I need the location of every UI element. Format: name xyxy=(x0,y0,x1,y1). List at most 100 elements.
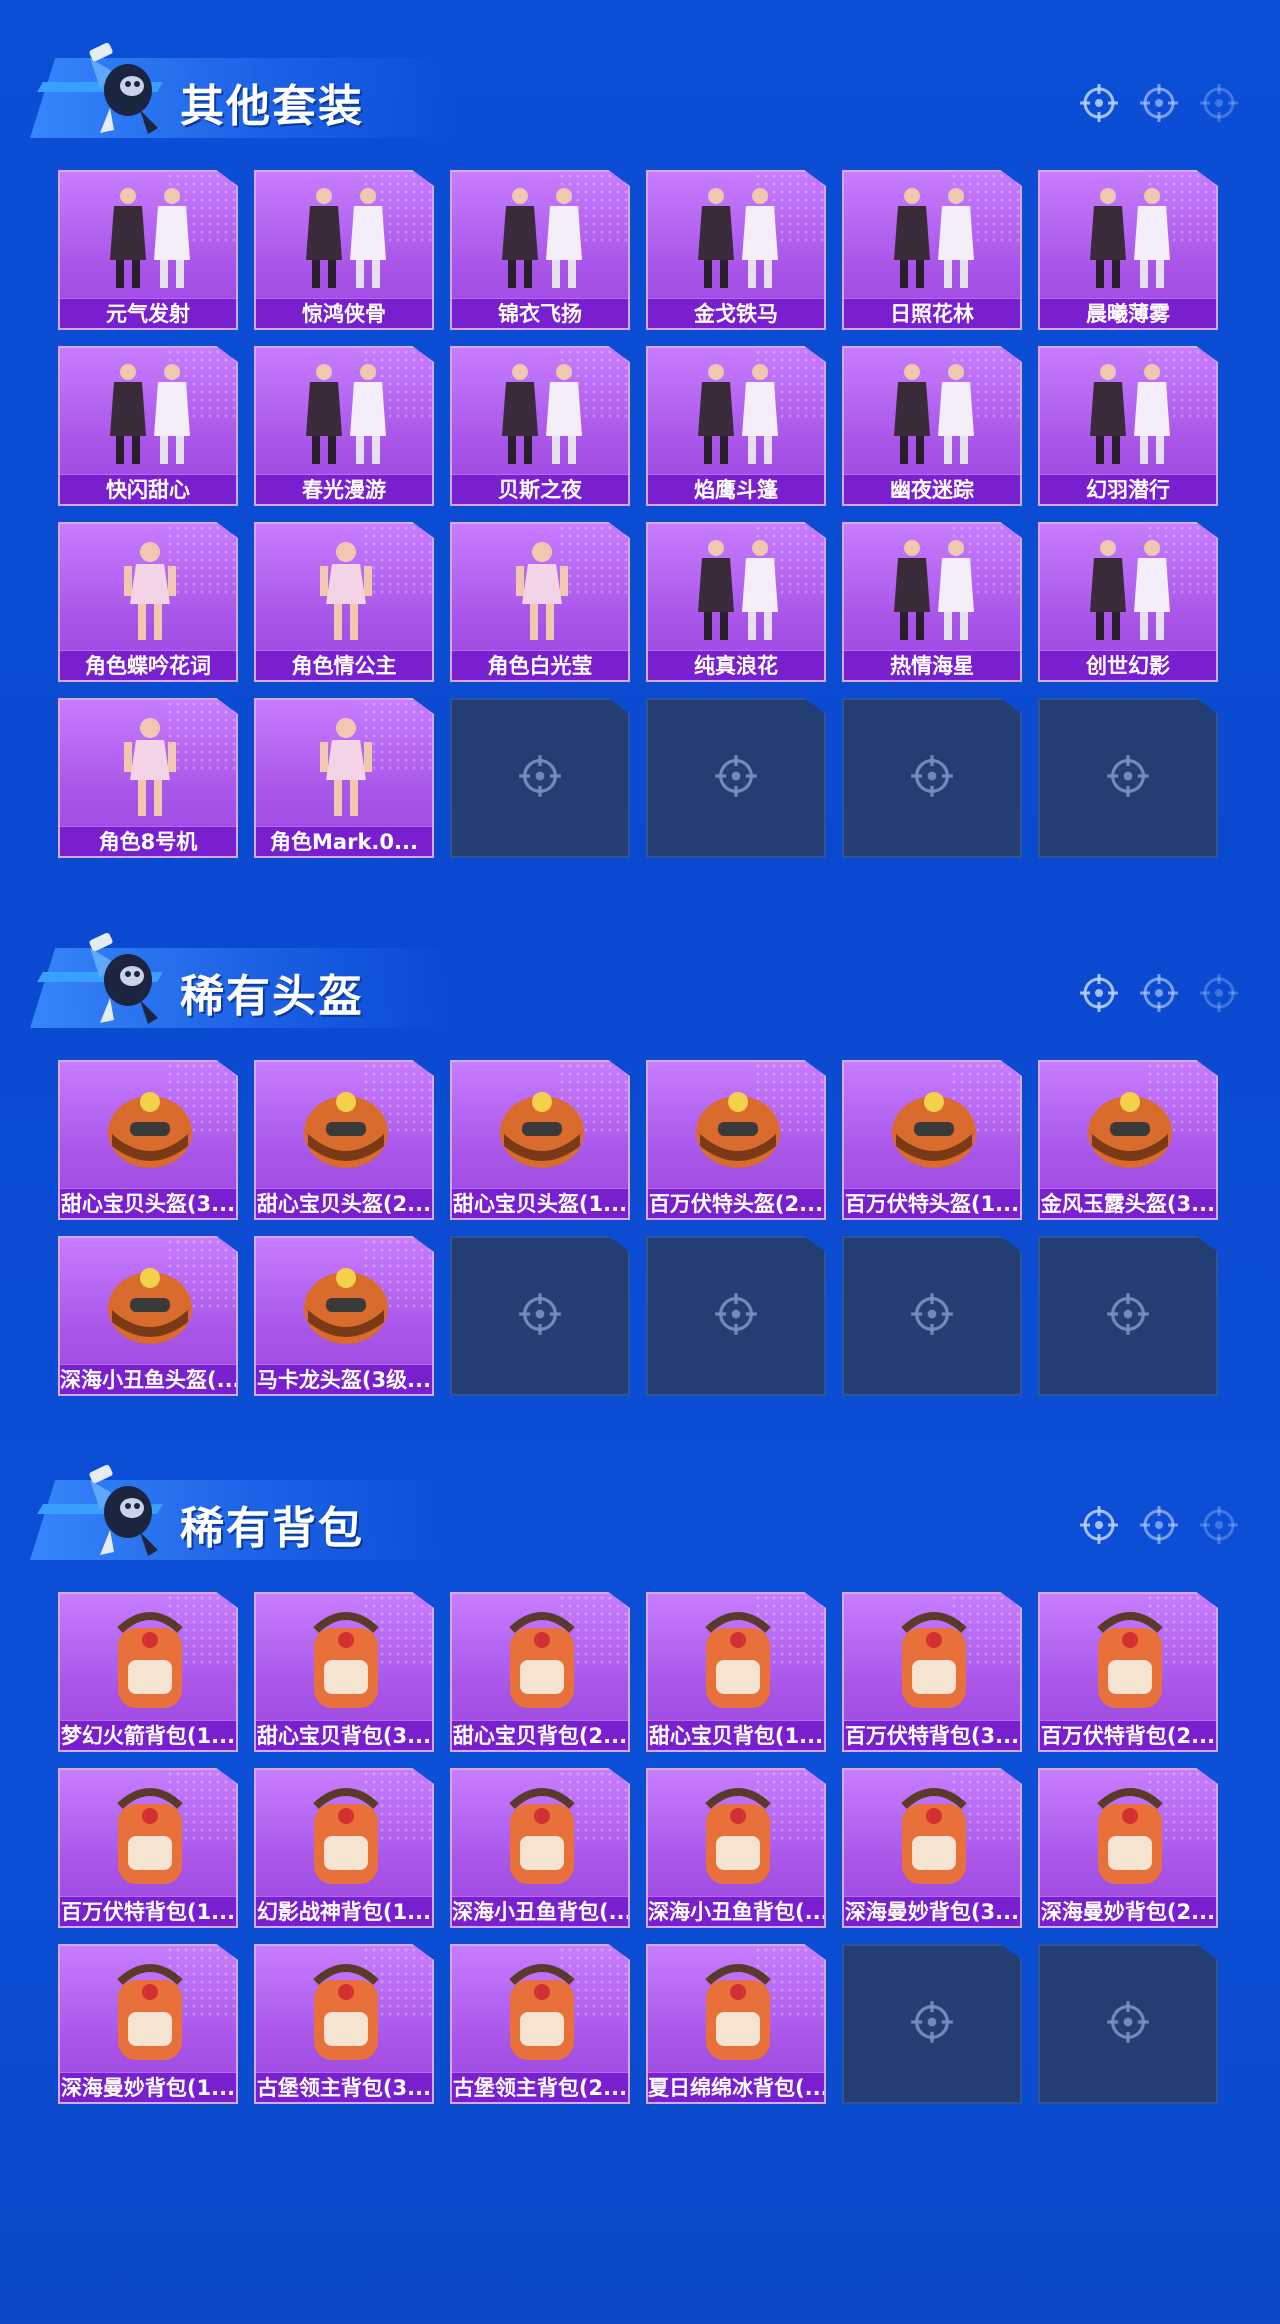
item-card[interactable]: 百万伏特背包(1... xyxy=(58,1768,238,1928)
helmet-icon xyxy=(678,1072,798,1184)
item-card[interactable]: 梦幻火箭背包(1... xyxy=(58,1592,238,1752)
item-card[interactable]: 深海小丑鱼头盔(... xyxy=(58,1236,238,1396)
backpack-icon xyxy=(874,1780,994,1892)
mascot-icon xyxy=(70,38,180,148)
item-card[interactable]: 深海小丑鱼背包(... xyxy=(646,1768,826,1928)
item-card[interactable]: 热情海星 xyxy=(842,522,1022,682)
reticle-icon xyxy=(517,753,563,804)
item-card[interactable]: 幻影战神背包(1... xyxy=(254,1768,434,1928)
item-card[interactable]: 角色情公主 xyxy=(254,522,434,682)
item-card[interactable]: 金风玉露头盔(3... xyxy=(1038,1060,1218,1220)
item-card[interactable]: 马卡龙头盔(3级... xyxy=(254,1236,434,1396)
item-label: 深海曼妙背包(1... xyxy=(60,2072,236,2102)
item-label: 焰鹰斗篷 xyxy=(648,474,824,504)
character-icon xyxy=(482,534,602,646)
mascot-icon xyxy=(70,928,180,1038)
item-card[interactable]: 贝斯之夜 xyxy=(450,346,630,506)
item-label: 百万伏特头盔(1... xyxy=(844,1188,1020,1218)
item-card[interactable]: 幽夜迷踪 xyxy=(842,346,1022,506)
item-card[interactable]: 深海曼妙背包(3... xyxy=(842,1768,1022,1928)
backpack-icon xyxy=(90,1956,210,2068)
backpack-icon xyxy=(286,1780,406,1892)
item-card[interactable]: 甜心宝贝头盔(3... xyxy=(58,1060,238,1220)
item-card[interactable]: 角色Mark.0... xyxy=(254,698,434,858)
backpack-icon xyxy=(678,1604,798,1716)
helmet-icon xyxy=(286,1072,406,1184)
item-card[interactable]: 甜心宝贝头盔(2... xyxy=(254,1060,434,1220)
item-label: 深海小丑鱼头盔(... xyxy=(60,1364,236,1394)
item-card[interactable]: 快闪甜心 xyxy=(58,346,238,506)
item-label: 马卡龙头盔(3级... xyxy=(256,1364,432,1394)
item-card[interactable]: 甜心宝贝背包(2... xyxy=(450,1592,630,1752)
item-grid: 元气发射 惊鸿侠骨 锦衣飞扬 金戈铁马 日照花林 晨曦薄雾快闪甜心 春光漫游 贝斯之夜 焰鹰斗篷… xyxy=(58,170,1218,858)
outfit-icon xyxy=(874,358,994,470)
item-label: 角色8号机 xyxy=(60,826,236,856)
item-card[interactable]: 日照花林 xyxy=(842,170,1022,330)
section-header: 其他套装 xyxy=(0,30,1280,160)
backpack-icon xyxy=(482,1956,602,2068)
item-card[interactable]: 甜心宝贝背包(3... xyxy=(254,1592,434,1752)
item-card[interactable]: 百万伏特头盔(1... xyxy=(842,1060,1022,1220)
section-title: 稀有背包 xyxy=(180,1503,364,1554)
item-label: 角色白光莹 xyxy=(452,650,628,680)
item-label: 金风玉露头盔(3... xyxy=(1040,1188,1216,1218)
item-label: 角色Mark.0... xyxy=(256,826,432,856)
item-label: 纯真浪花 xyxy=(648,650,824,680)
item-card[interactable]: 惊鸿侠骨 xyxy=(254,170,434,330)
item-label: 幻影战神背包(1... xyxy=(256,1896,432,1926)
item-label: 惊鸿侠骨 xyxy=(256,298,432,328)
item-card[interactable]: 古堡领主背包(2... xyxy=(450,1944,630,2104)
item-label: 古堡领主背包(3... xyxy=(256,2072,432,2102)
item-label: 甜心宝贝背包(1... xyxy=(648,1720,824,1750)
reticle-icon xyxy=(1198,82,1240,124)
reticle-icon xyxy=(1198,1504,1240,1546)
outfit-icon xyxy=(1070,534,1190,646)
item-card[interactable]: 焰鹰斗篷 xyxy=(646,346,826,506)
item-card[interactable]: 金戈铁马 xyxy=(646,170,826,330)
outfit-icon xyxy=(1070,358,1190,470)
outfit-icon xyxy=(482,182,602,294)
reticle-group xyxy=(1078,82,1240,124)
item-card[interactable]: 创世幻影 xyxy=(1038,522,1218,682)
section-1: 其他套装 元气发射 惊鸿侠骨 锦衣飞扬 金戈铁马 日照花林 晨曦薄雾快闪甜心 春光漫游 贝斯之夜… xyxy=(0,30,1280,858)
item-card[interactable]: 百万伏特背包(3... xyxy=(842,1592,1022,1752)
item-label: 深海小丑鱼背包(... xyxy=(452,1896,628,1926)
item-card[interactable]: 角色蝶吟花词 xyxy=(58,522,238,682)
section-3: 稀有背包梦幻火箭背包(1... 甜心宝贝背包(3... 甜心宝贝背包(2... 甜心宝… xyxy=(0,1452,1280,2104)
outfit-icon xyxy=(874,534,994,646)
item-card[interactable]: 深海曼妙背包(2... xyxy=(1038,1768,1218,1928)
item-card[interactable]: 甜心宝贝头盔(1... xyxy=(450,1060,630,1220)
reticle-icon xyxy=(713,753,759,804)
item-card[interactable]: 晨曦薄雾 xyxy=(1038,170,1218,330)
item-label: 深海曼妙背包(3... xyxy=(844,1896,1020,1926)
outfit-icon xyxy=(874,182,994,294)
item-card[interactable]: 角色白光莹 xyxy=(450,522,630,682)
item-label: 幽夜迷踪 xyxy=(844,474,1020,504)
item-card[interactable]: 百万伏特背包(2... xyxy=(1038,1592,1218,1752)
reticle-icon xyxy=(1105,753,1151,804)
item-card[interactable]: 古堡领主背包(3... xyxy=(254,1944,434,2104)
backpack-icon xyxy=(678,1956,798,2068)
reticle-icon xyxy=(1078,1504,1120,1546)
reticle-icon xyxy=(1138,1504,1180,1546)
item-grid: 梦幻火箭背包(1... 甜心宝贝背包(3... 甜心宝贝背包(2... 甜心宝贝背包(… xyxy=(58,1592,1218,2104)
item-card[interactable]: 夏日绵绵冰背包(... xyxy=(646,1944,826,2104)
item-card[interactable]: 深海曼妙背包(1... xyxy=(58,1944,238,2104)
item-label: 角色情公主 xyxy=(256,650,432,680)
item-card[interactable]: 甜心宝贝背包(1... xyxy=(646,1592,826,1752)
item-card[interactable]: 幻羽潜行 xyxy=(1038,346,1218,506)
item-card[interactable]: 纯真浪花 xyxy=(646,522,826,682)
reticle-icon xyxy=(1105,1291,1151,1342)
item-card[interactable]: 春光漫游 xyxy=(254,346,434,506)
backpack-icon xyxy=(1070,1780,1190,1892)
item-label: 深海曼妙背包(2... xyxy=(1040,1896,1216,1926)
helmet-icon xyxy=(90,1072,210,1184)
item-card[interactable]: 锦衣飞扬 xyxy=(450,170,630,330)
item-label: 梦幻火箭背包(1... xyxy=(60,1720,236,1750)
item-label: 幻羽潜行 xyxy=(1040,474,1216,504)
item-label: 深海小丑鱼背包(... xyxy=(648,1896,824,1926)
item-card[interactable]: 百万伏特头盔(2... xyxy=(646,1060,826,1220)
item-card[interactable]: 角色8号机 xyxy=(58,698,238,858)
item-card[interactable]: 元气发射 xyxy=(58,170,238,330)
item-card[interactable]: 深海小丑鱼背包(... xyxy=(450,1768,630,1928)
